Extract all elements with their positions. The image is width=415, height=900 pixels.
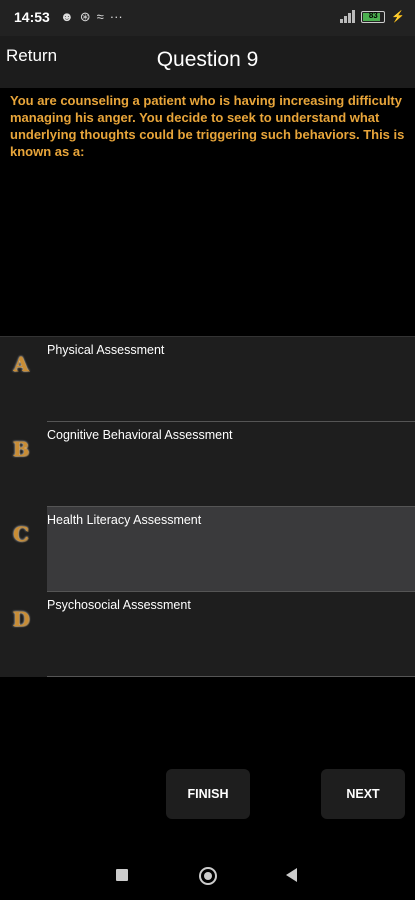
status-icons: ☻ ⊛ ≈ ··· [60,9,123,25]
answer-box-selected[interactable]: Health Literacy Assessment [47,507,415,592]
answer-option-d[interactable]: D Psychosocial Assessment [0,592,415,677]
charging-icon: ⚡ [391,11,405,23]
answer-option-a[interactable]: A Physical Assessment [0,337,415,422]
recents-icon[interactable] [116,869,128,881]
data-saver-icon: ≈ [96,9,104,24]
clock: 14:53 [14,9,50,25]
answer-box[interactable]: Psychosocial Assessment [47,592,415,677]
answer-text: Physical Assessment [47,343,165,357]
letter-a-icon: A [13,352,29,376]
answer-text: Cognitive Behavioral Assessment [47,428,233,442]
answer-option-c[interactable]: C Health Literacy Assessment [0,507,415,592]
system-nav-bar [0,850,415,900]
answer-list: A Physical Assessment B Cognitive Behavi… [0,336,415,677]
answer-text: Psychosocial Assessment [47,598,191,612]
next-button[interactable]: NEXT [321,769,405,819]
letter-c-icon: C [13,522,29,546]
battery-icon: 83 [361,10,386,23]
page-title: Question 9 [156,48,259,71]
home-icon[interactable] [199,867,217,885]
back-icon[interactable] [286,868,297,882]
battery-level: 83 [368,10,378,20]
status-bar: 14:53 ☻ ⊛ ≈ ··· 83 ⚡ [0,0,415,36]
answer-text: Health Literacy Assessment [47,513,202,527]
answer-option-b[interactable]: B Cognitive Behavioral Assessment [0,422,415,507]
system-tray: 83 ⚡ [340,10,405,23]
letter-b-icon: B [12,437,30,461]
more-icon: ··· [109,9,123,24]
question-text: You are counseling a patient who is havi… [10,93,405,159]
answer-box[interactable]: Physical Assessment [47,337,415,422]
settings-icon: ⊛ [79,9,91,24]
finish-button[interactable]: FINISH [166,769,250,819]
answer-box[interactable]: Cognitive Behavioral Assessment [47,422,415,507]
notification-icon: ☻ [60,9,74,24]
letter-d-icon: D [12,607,30,631]
header: Return Question 9 [0,36,415,88]
signal-icon [340,10,356,23]
